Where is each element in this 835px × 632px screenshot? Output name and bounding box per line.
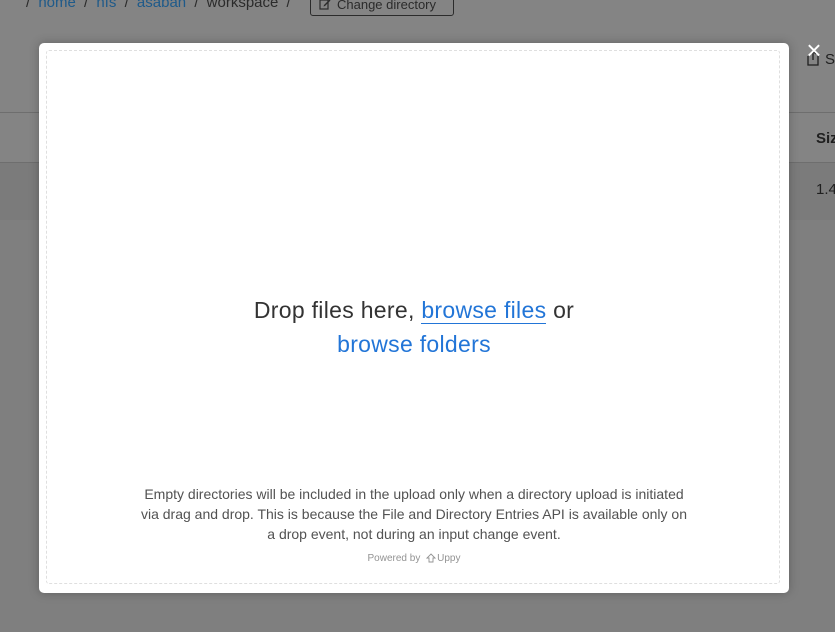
- drop-zone[interactable]: Drop files here, browse files or browse …: [46, 50, 780, 584]
- uppy-logo-icon: [426, 553, 437, 563]
- change-directory-button[interactable]: Change directory: [310, 0, 454, 16]
- row-size-value: 1.4: [816, 181, 835, 198]
- upload-modal: Drop files here, browse files or browse …: [39, 43, 789, 593]
- breadcrumb-item-nfs[interactable]: nfs: [96, 0, 116, 11]
- drop-prefix-text: Drop files here,: [253, 297, 422, 323]
- breadcrumb-separator: /: [124, 0, 129, 11]
- breadcrumb-item-workspace: workspace: [206, 0, 279, 11]
- drop-instructions: Drop files here, browse files or browse …: [47, 293, 781, 361]
- breadcrumb-separator: /: [194, 0, 199, 11]
- breadcrumb: / home / nfs / asaban / workspace /: [22, 0, 295, 11]
- powered-by: Powered by Uppy: [47, 553, 781, 564]
- or-text: or: [546, 297, 575, 323]
- powered-by-label: Powered by: [367, 553, 421, 564]
- share-button-label[interactable]: S: [825, 51, 835, 68]
- browse-files-link[interactable]: browse files: [421, 297, 547, 324]
- edit-icon: [319, 0, 331, 10]
- browse-folders-link[interactable]: browse folders: [337, 331, 491, 357]
- empty-directories-note: Empty directories will be included in th…: [140, 486, 688, 542]
- column-header-size[interactable]: Siz: [816, 130, 835, 147]
- breadcrumb-separator: /: [26, 0, 31, 11]
- breadcrumb-separator: /: [84, 0, 89, 11]
- breadcrumb-separator: /: [286, 0, 291, 11]
- close-button[interactable]: ×: [803, 37, 825, 63]
- breadcrumb-item-asaban[interactable]: asaban: [137, 0, 186, 11]
- uppy-brand: Uppy: [437, 553, 461, 564]
- breadcrumb-item-home[interactable]: home: [38, 0, 76, 11]
- change-directory-label: Change directory: [337, 0, 436, 12]
